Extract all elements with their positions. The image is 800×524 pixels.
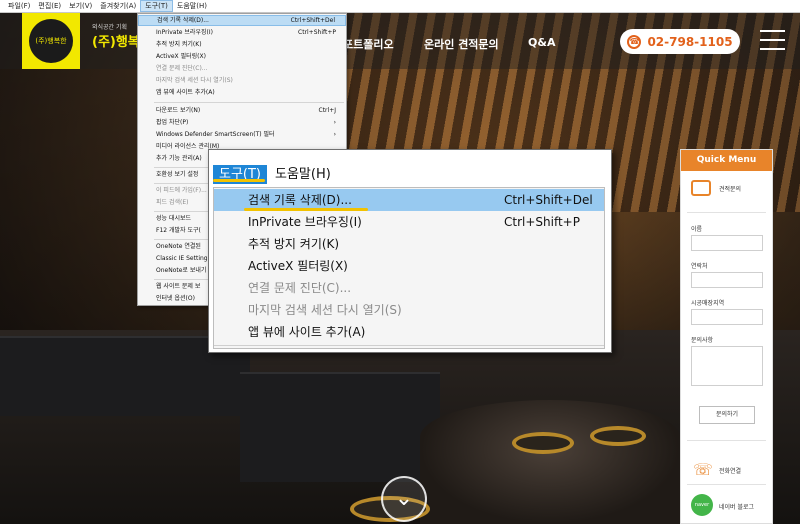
inquiry-textarea[interactable] xyxy=(691,346,763,386)
nav-online-estimate[interactable]: 온라인 견적문의 xyxy=(424,36,499,52)
grill-ring-2 xyxy=(590,426,646,446)
dd-item-diagnose: 연결 문제 진단(C)... xyxy=(156,65,208,72)
dd-item-popup-blocker[interactable]: 팝업 차단(P) › xyxy=(138,117,346,128)
estimate-icon xyxy=(691,180,711,196)
menu-help[interactable]: 도움말(H) xyxy=(173,0,211,12)
menu-view[interactable]: 보기(V) xyxy=(65,0,96,12)
dd-item-inprivate[interactable]: InPrivate 브라우징(I) Ctrl+Shift+P xyxy=(138,27,346,38)
quick-menu-separator xyxy=(687,440,766,441)
menu-tools[interactable]: 도구(T) xyxy=(140,0,173,12)
annotation-underline-delete-history xyxy=(244,208,368,211)
field-label-inquiry: 문의사항 xyxy=(691,337,714,344)
dd-item-delete-history[interactable]: 검색 기록 삭제(D)... Ctrl+Shift+Del xyxy=(138,15,346,26)
dd-item-add-app-view[interactable]: 앱 뷰에 사이트 추가(A) xyxy=(138,87,346,98)
naver-blog-icon: naver blog xyxy=(691,494,713,516)
field-label-name: 이름 xyxy=(691,226,703,233)
menu-file[interactable]: 파일(F) xyxy=(4,0,34,12)
site-logo[interactable]: (주)행복한 xyxy=(22,13,80,69)
quick-menu-separator xyxy=(687,484,766,485)
dd-item-tracking[interactable]: 추적 방지 켜기(K) xyxy=(138,39,346,50)
call-icon: ☏ xyxy=(693,460,714,479)
quick-menu-title: Quick Menu xyxy=(681,150,772,171)
zoom-menu-list: 검색 기록 삭제(D)... Ctrl+Shift+Del InPrivate 브… xyxy=(213,187,605,349)
dd-item-activex[interactable]: ActiveX 필터링(X) xyxy=(138,51,346,62)
menu-favorites[interactable]: 즐겨찾기(A) xyxy=(96,0,140,12)
name-input[interactable] xyxy=(691,235,763,251)
dining-table xyxy=(420,400,680,524)
dd-item-downloads[interactable]: 다운로드 보기(N) Ctrl+J xyxy=(138,105,346,116)
booth-seat-center xyxy=(240,372,440,482)
quick-menu: Quick Menu 견적문의 이름 연락처 시공매장지역 문의사항 문의하기 … xyxy=(680,149,773,524)
nav-qna[interactable]: Q&A xyxy=(528,36,555,49)
zoomed-tools-menu: 도구(T) 도움말(H) 검색 기록 삭제(D)... Ctrl+Shift+De… xyxy=(208,149,612,353)
estimate-label[interactable]: 견적문의 xyxy=(719,184,741,193)
blog-link[interactable]: 네이버 블로그 xyxy=(719,502,754,511)
zoom-item-add-app-view[interactable]: 앱 뷰에 사이트 추가(A) xyxy=(214,321,604,343)
scroll-down-chevron-icon[interactable]: ⌄ xyxy=(381,476,427,522)
annotation-underline-tools xyxy=(213,179,265,182)
dd-separator xyxy=(154,102,344,103)
zoom-item-diagnose: 연결 문제 진단(C)... xyxy=(248,281,352,295)
screenshot-stage: 파일(F) 편집(E) 보기(V) 즐겨찾기(A) 도구(T) 도움말(H) (… xyxy=(0,0,800,524)
grill-ring-1 xyxy=(512,432,574,454)
zoom-item-reopen-session: 마지막 검색 세션 다시 열기(S) xyxy=(248,303,402,317)
zoom-item-tracking[interactable]: 추적 방지 켜기(K) xyxy=(214,233,604,255)
browser-menubar: 파일(F) 편집(E) 보기(V) 즐겨찾기(A) 도구(T) 도움말(H) xyxy=(0,0,800,13)
logo-emblem: (주)행복한 xyxy=(29,19,73,63)
dd-item-smartscreen[interactable]: Windows Defender SmartScreen(T) 필터 › xyxy=(138,129,346,140)
call-link[interactable]: 전화연결 xyxy=(719,466,741,475)
submit-inquiry-button[interactable]: 문의하기 xyxy=(699,406,755,424)
field-label-region: 시공매장지역 xyxy=(691,300,725,307)
hamburger-menu-icon[interactable] xyxy=(760,30,785,50)
dd-item-reopen-session: 마지막 검색 세션 다시 열기(S) xyxy=(156,77,233,84)
zoom-item-activex[interactable]: ActiveX 필터링(X) xyxy=(214,255,604,277)
field-label-contact: 연락처 xyxy=(691,263,708,270)
phone-icon: ☎ xyxy=(627,34,642,49)
zoom-item-inprivate[interactable]: InPrivate 브라우징(I) Ctrl+Shift+P xyxy=(214,211,604,233)
phone-number: 02-798-1105 xyxy=(647,34,733,49)
quick-menu-separator xyxy=(687,212,766,213)
contact-input[interactable] xyxy=(691,272,763,288)
zoom-menubar: 도구(T) 도움말(H) xyxy=(209,150,611,186)
region-input[interactable] xyxy=(691,309,763,325)
zoom-menu-help[interactable]: 도움말(H) xyxy=(269,165,337,184)
nav-portfolio[interactable]: 포트폴리오 xyxy=(343,36,394,52)
menu-edit[interactable]: 편집(E) xyxy=(34,0,65,12)
zoom-separator xyxy=(214,345,604,346)
phone-button[interactable]: ☎ 02-798-1105 xyxy=(620,29,740,54)
